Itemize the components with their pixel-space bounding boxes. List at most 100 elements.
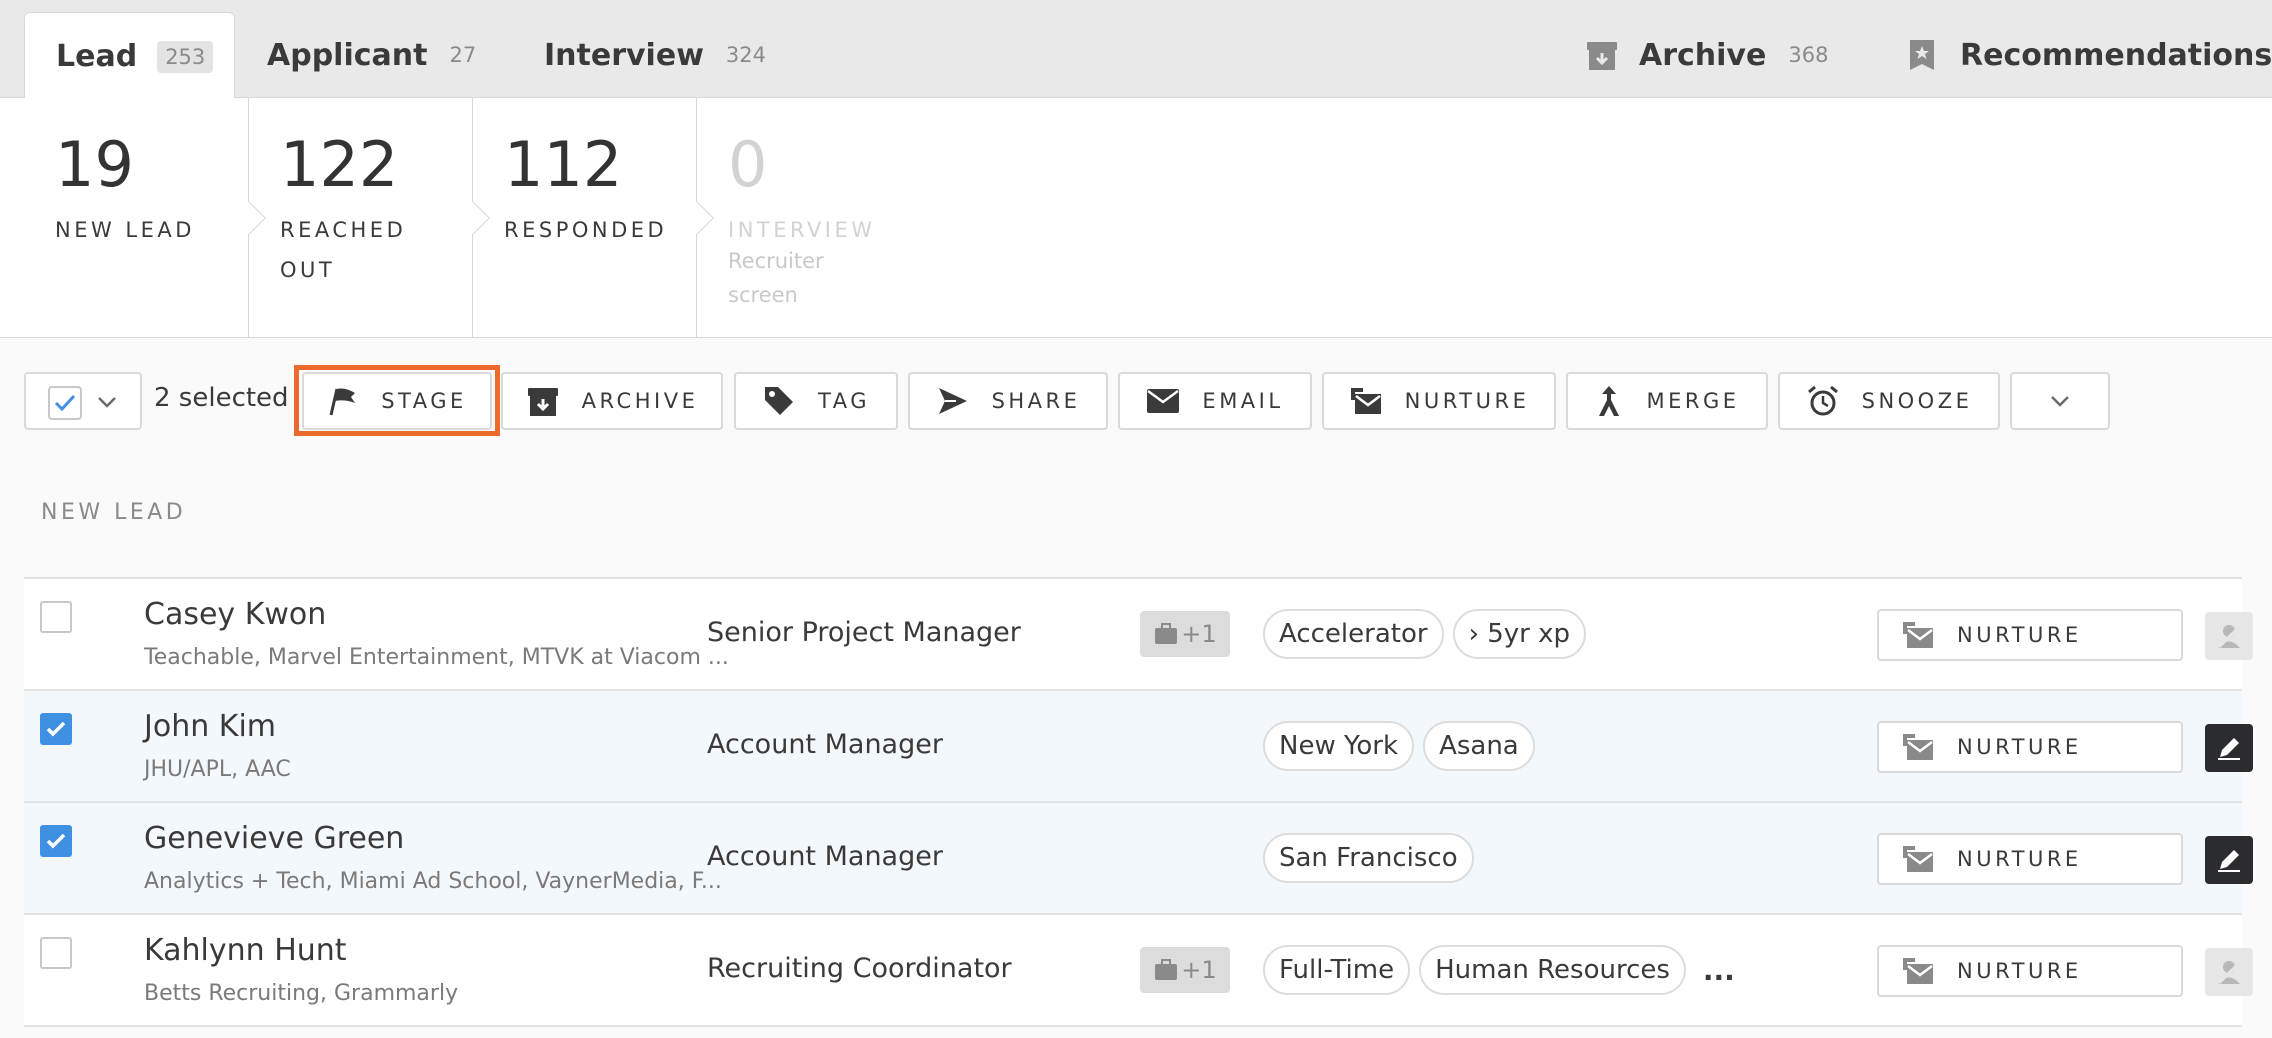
tab-interview[interactable]: Interview 324 xyxy=(544,12,766,98)
candidate-title: Account Manager xyxy=(707,841,943,872)
archive-button[interactable]: ARCHIVE xyxy=(501,372,723,430)
chevron-down-icon xyxy=(98,397,116,408)
stage-interview[interactable]: 0 INTERVIEW Recruiter screen xyxy=(697,98,927,338)
candidate-row[interactable]: Genevieve Green Analytics + Tech, Miami … xyxy=(24,803,2253,915)
row-nurture-button[interactable]: NURTURE xyxy=(1877,833,2183,885)
candidate-name[interactable]: Casey Kwon xyxy=(144,597,326,632)
stage-new-lead[interactable]: 19 NEW LEAD xyxy=(24,98,266,338)
stage-count: 112 xyxy=(504,128,623,201)
candidate-companies: Betts Recruiting, Grammarly xyxy=(144,981,459,1006)
stage-responded[interactable]: 112 RESPONDED xyxy=(473,98,714,338)
tag-chip[interactable]: Human Resources xyxy=(1419,945,1686,995)
more-actions-dropdown[interactable] xyxy=(2010,372,2110,430)
row-checkbox[interactable] xyxy=(40,601,72,633)
assign-owner-button[interactable] xyxy=(2205,612,2253,660)
candidate-row[interactable]: John Kim JHU/APL, AAC Account Manager Ne… xyxy=(24,691,2253,803)
row-nurture-button[interactable]: NURTURE xyxy=(1877,609,2183,661)
section-heading: NEW LEAD xyxy=(41,500,187,525)
select-all-dropdown[interactable] xyxy=(24,372,142,430)
stage-reached-out[interactable]: 122 REACHED OUT xyxy=(249,98,490,338)
tag-chip[interactable]: San Francisco xyxy=(1263,833,1474,883)
tab-lead[interactable]: Lead 253 xyxy=(24,12,235,100)
stage-count: 19 xyxy=(55,128,134,201)
tab-count: 324 xyxy=(725,43,766,67)
edit-owner-button[interactable] xyxy=(2205,724,2253,772)
row-checkbox[interactable] xyxy=(40,713,72,745)
opportunity-badge[interactable]: +1 xyxy=(1140,947,1230,993)
checkmark-icon xyxy=(46,833,66,849)
archive-box-icon xyxy=(1587,42,1617,70)
merge-arrows-icon xyxy=(1599,386,1620,416)
tag-button[interactable]: TAG xyxy=(734,372,898,430)
checkmark-icon xyxy=(46,721,66,737)
row-nurture-label: NURTURE xyxy=(1957,735,2082,759)
badge-count: +1 xyxy=(1181,956,1217,984)
tag-chip[interactable]: Full-Time xyxy=(1263,945,1411,995)
tab-label: Lead xyxy=(56,39,138,74)
tag-chip[interactable]: New York xyxy=(1263,721,1415,771)
pipeline-tabs: Lead 253 Applicant 27 Interview 324 Arch… xyxy=(0,0,2272,100)
tab-count: 253 xyxy=(157,40,214,73)
tab-count: 368 xyxy=(1788,43,1829,67)
tab-applicant[interactable]: Applicant 27 xyxy=(267,12,476,98)
tab-recommendations[interactable]: Recommendations xyxy=(1908,12,2272,98)
row-nurture-button[interactable]: NURTURE xyxy=(1877,721,2183,773)
row-nurture-button[interactable]: NURTURE xyxy=(1877,945,2183,997)
email-button[interactable]: EMAIL xyxy=(1118,372,1312,430)
snooze-button[interactable]: SNOOZE xyxy=(1778,372,2000,430)
row-nurture-label: NURTURE xyxy=(1957,623,2082,647)
briefcase-icon xyxy=(1155,623,1178,644)
share-button[interactable]: SHARE xyxy=(908,372,1108,430)
row-checkbox[interactable] xyxy=(40,937,72,969)
candidate-title: Recruiting Coordinator xyxy=(707,953,1012,984)
candidate-row[interactable]: Kahlynn Hunt Betts Recruiting, Grammarly… xyxy=(24,915,2253,1027)
tab-archive[interactable]: Archive 368 xyxy=(1585,12,1828,98)
tag-list: New York Asana xyxy=(1263,721,1544,771)
tab-label: Archive xyxy=(1639,37,1767,73)
tab-count: 27 xyxy=(449,43,477,67)
checkbox-checked-icon xyxy=(48,386,82,420)
candidate-companies: Teachable, Marvel Entertainment, MTVK at… xyxy=(144,645,729,670)
share-button-label: SHARE xyxy=(991,389,1081,413)
nurture-button[interactable]: NURTURE xyxy=(1322,372,1556,430)
archive-button-label: ARCHIVE xyxy=(581,389,699,413)
candidate-companies: Analytics + Tech, Miami Ad School, Vayne… xyxy=(144,869,722,894)
opportunity-badge[interactable]: +1 xyxy=(1140,611,1230,657)
snooze-button-label: SNOOZE xyxy=(1861,389,1973,413)
tag-list: San Francisco xyxy=(1263,833,1483,883)
nurture-inbox-icon xyxy=(1903,846,1933,872)
nurture-inbox-icon xyxy=(1903,958,1933,984)
tag-button-label: TAG xyxy=(818,389,870,413)
nurture-button-label: NURTURE xyxy=(1404,389,1530,413)
assign-owner-button[interactable] xyxy=(2205,948,2253,996)
candidate-row[interactable]: Casey Kwon Teachable, Marvel Entertainme… xyxy=(24,579,2253,691)
user-slash-icon xyxy=(2217,624,2242,649)
pencil-icon xyxy=(2218,850,2240,872)
row-nurture-label: NURTURE xyxy=(1957,959,2082,983)
row-checkbox[interactable] xyxy=(40,825,72,857)
email-button-label: EMAIL xyxy=(1202,389,1284,413)
stage-label: REACHED OUT xyxy=(280,218,407,282)
briefcase-icon xyxy=(1155,959,1178,980)
row-nurture-label: NURTURE xyxy=(1957,847,2082,871)
nurture-inbox-icon xyxy=(1350,388,1381,414)
tab-label: Recommendations xyxy=(1960,37,2272,73)
alarm-clock-icon xyxy=(1807,385,1838,416)
edit-owner-button[interactable] xyxy=(2205,836,2253,884)
tag-chip[interactable]: Accelerator xyxy=(1263,609,1444,659)
candidate-title: Account Manager xyxy=(707,729,943,760)
more-tags-ellipsis[interactable]: ... xyxy=(1703,954,1735,987)
candidate-name[interactable]: Kahlynn Hunt xyxy=(144,933,347,968)
candidate-name[interactable]: Genevieve Green xyxy=(144,821,404,856)
merge-button[interactable]: MERGE xyxy=(1566,372,1768,430)
nurture-inbox-icon xyxy=(1903,622,1933,648)
tag-list: Full-Time Human Resources ... xyxy=(1263,945,1735,995)
tag-chip[interactable]: › 5yr xp xyxy=(1452,609,1586,659)
candidate-name[interactable]: John Kim xyxy=(144,709,276,744)
archive-box-icon xyxy=(527,388,558,416)
paper-plane-icon xyxy=(938,388,967,414)
stage-label: NEW LEAD xyxy=(55,218,195,242)
selection-count: 2 selected xyxy=(154,383,289,413)
tab-label: Interview xyxy=(544,37,704,73)
tag-chip[interactable]: Asana xyxy=(1423,721,1535,771)
